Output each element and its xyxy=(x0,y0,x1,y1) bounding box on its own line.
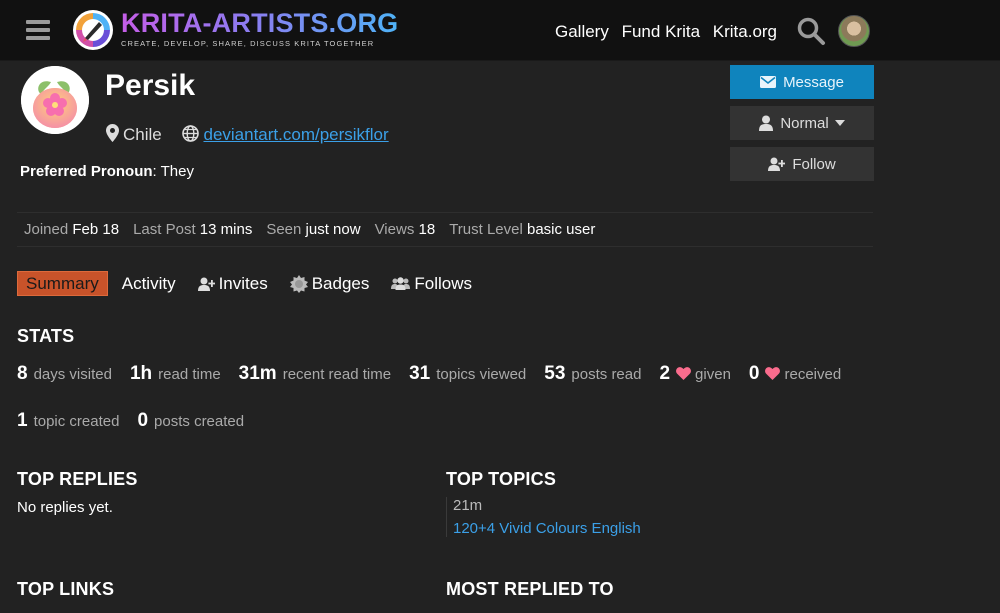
notification-level-label: Normal xyxy=(780,114,829,132)
stat-topics-viewed: 31 topics viewed xyxy=(409,363,527,384)
user-icon xyxy=(759,115,774,131)
top-topics-title: TOP TOPICS xyxy=(446,469,557,489)
profile-website-link[interactable]: deviantart.com/persikflor xyxy=(203,125,388,144)
message-button-label: Message xyxy=(783,73,844,91)
users-icon xyxy=(391,277,411,290)
profile-tabs: Summary Activity Invites Badges Follows xyxy=(17,271,494,296)
stat-recent-read-time: 31m recent read time xyxy=(238,363,392,384)
meta-views: Views 18 xyxy=(374,221,436,238)
top-replies-title: TOP REPLIES xyxy=(17,469,138,489)
map-pin-icon xyxy=(106,124,119,147)
stat-posts-created: 0 posts created xyxy=(137,410,245,431)
tab-invites-label: Invites xyxy=(218,273,268,293)
stats-title: STATS xyxy=(17,326,75,346)
stat-likes-received: 0 received xyxy=(748,363,842,384)
top-links-title: TOP LINKS xyxy=(17,579,115,599)
krita-logo-icon[interactable] xyxy=(73,10,113,50)
follow-button-label: Follow xyxy=(792,155,836,173)
caret-down-icon xyxy=(834,120,845,126)
user-plus-icon xyxy=(197,277,215,291)
tab-follows[interactable]: Follows xyxy=(391,271,472,296)
envelope-icon xyxy=(760,76,777,88)
tab-badges[interactable]: Badges xyxy=(289,271,370,296)
top-topic-item: 21m 120+4 Vivid Colours English xyxy=(446,497,641,537)
tab-summary[interactable]: Summary xyxy=(17,271,108,296)
pronoun-value: : They xyxy=(152,163,194,180)
stats-row-1: 8 days visited 1h read time 31m recent read… xyxy=(17,363,859,385)
most-replied-title: MOST REPLIED TO xyxy=(446,579,614,599)
nav-krita-org[interactable]: Krita.org xyxy=(713,22,777,41)
site-header: KRITA-ARTISTS.ORG CREATE, DEVELOP, SHARE… xyxy=(0,0,1000,61)
tab-follows-label: Follows xyxy=(414,273,473,293)
heart-icon xyxy=(676,367,691,384)
current-user-avatar[interactable] xyxy=(838,15,870,47)
search-icon[interactable] xyxy=(796,16,826,46)
logo-title: KRITA-ARTISTS.ORG xyxy=(121,8,399,38)
meta-seen: Seen just now xyxy=(266,221,361,238)
nav-fund-krita[interactable]: Fund Krita xyxy=(622,22,700,41)
user-plus-icon xyxy=(768,157,786,171)
badge-icon xyxy=(289,274,308,293)
heart-icon xyxy=(765,367,781,384)
stat-days-visited: 8 days visited xyxy=(17,363,112,384)
pronoun-label: Preferred Pronoun xyxy=(20,163,153,180)
topic-title-link[interactable]: 120+4 Vivid Colours English xyxy=(453,520,641,537)
header-nav: Gallery Fund Krita Krita.org xyxy=(555,22,785,42)
site-logo[interactable]: KRITA-ARTISTS.ORG CREATE, DEVELOP, SHARE… xyxy=(121,8,398,48)
tab-badges-label: Badges xyxy=(311,273,370,293)
tab-invites[interactable]: Invites xyxy=(197,271,268,296)
preferred-pronoun: Preferred Pronoun: They xyxy=(20,163,194,180)
profile-meta-row: Joined Feb 18 Last Post 13 mins Seen jus… xyxy=(17,212,873,247)
meta-last-post: Last Post 13 mins xyxy=(133,221,253,238)
no-replies-text: No replies yet. xyxy=(17,499,113,516)
topic-age: 21m xyxy=(453,497,483,514)
stat-read-time: 1h read time xyxy=(129,363,221,384)
meta-trust-level: Trust Level basic user xyxy=(449,221,596,238)
profile-name: Persik xyxy=(105,69,196,102)
message-button[interactable]: Message xyxy=(730,65,874,99)
stat-topics-created: 1 topic created xyxy=(17,410,120,431)
profile-avatar xyxy=(21,66,89,134)
stat-posts-read: 53 posts read xyxy=(544,363,642,384)
stat-likes-given: 2 given xyxy=(659,363,731,384)
follow-button[interactable]: Follow xyxy=(730,147,874,181)
logo-tagline: CREATE, DEVELOP, SHARE, DISCUSS KRITA TO… xyxy=(121,39,375,48)
globe-icon xyxy=(182,124,200,147)
profile-location: Chile xyxy=(123,124,162,144)
meta-joined: Joined Feb 18 xyxy=(24,221,120,238)
tab-activity[interactable]: Activity xyxy=(122,271,176,296)
nav-gallery[interactable]: Gallery xyxy=(555,22,609,41)
menu-icon[interactable] xyxy=(26,20,50,40)
notification-level-dropdown[interactable]: Normal xyxy=(730,106,874,140)
stats-row-2: 1 topic created 0 posts created xyxy=(17,410,262,432)
profile-location-row: Chile deviantart.com/persikflor xyxy=(106,124,389,147)
